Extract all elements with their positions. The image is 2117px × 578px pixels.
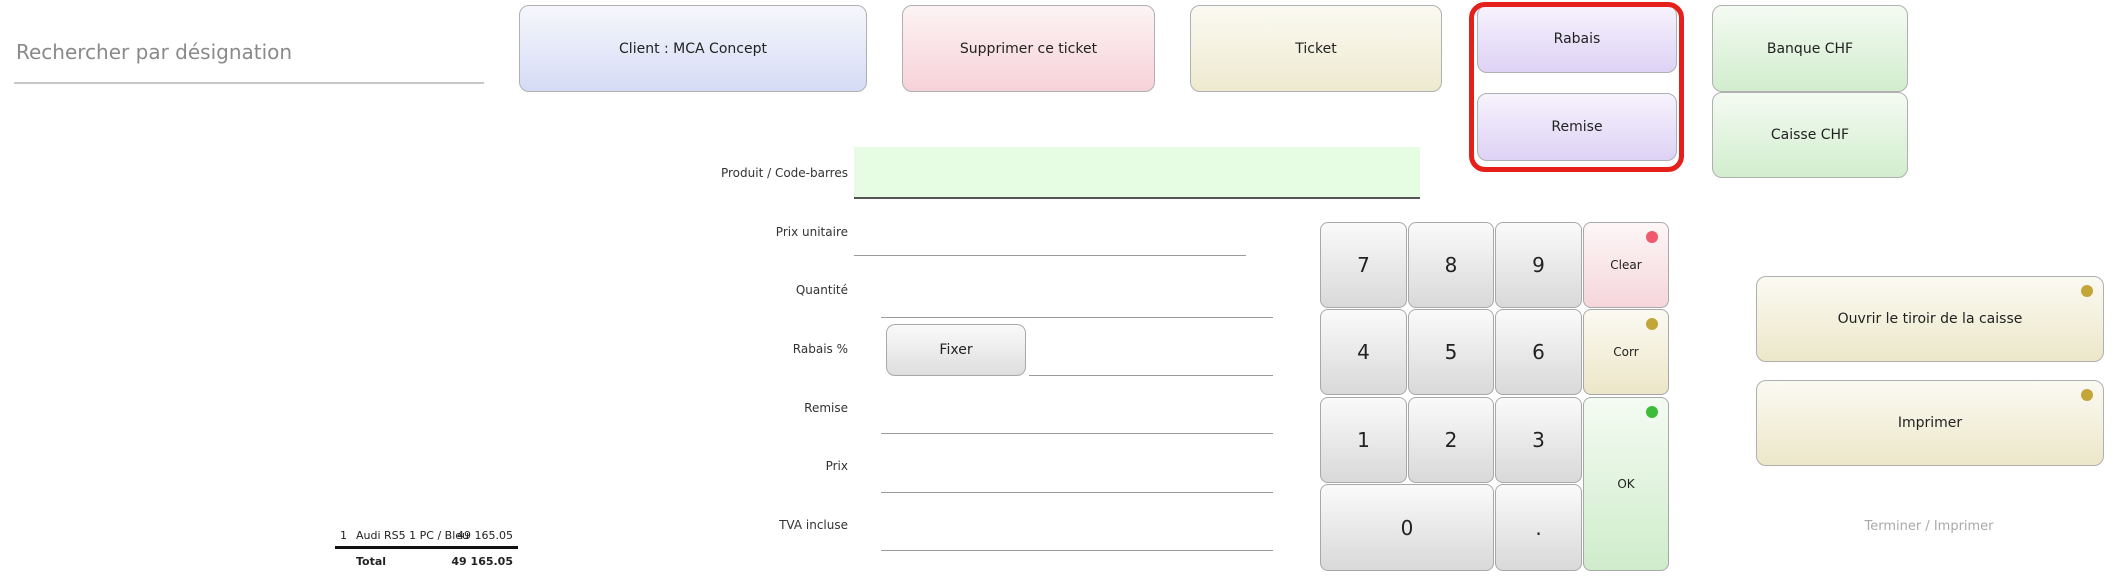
gold-status-dot-icon: [1646, 318, 1658, 330]
corr-key[interactable]: Corr: [1583, 309, 1669, 395]
key-2[interactable]: 2: [1408, 397, 1494, 483]
ticket-item-qty: 1: [340, 529, 347, 542]
search-input[interactable]: [14, 22, 484, 84]
clear-key[interactable]: Clear: [1583, 222, 1669, 308]
caisse-chf-button[interactable]: Caisse CHF: [1712, 92, 1908, 178]
quantite-label: Quantité: [795, 283, 848, 297]
ticket-divider: [335, 546, 518, 549]
open-drawer-label: Ouvrir le tiroir de la caisse: [1837, 311, 2023, 327]
produit-field[interactable]: [854, 147, 1420, 199]
key-0[interactable]: 0: [1320, 484, 1494, 571]
gold-status-dot-icon: [2081, 389, 2093, 401]
corr-label: Corr: [1613, 345, 1639, 359]
key-5[interactable]: 5: [1408, 309, 1494, 395]
key-3[interactable]: 3: [1495, 397, 1582, 483]
gold-status-dot-icon: [2081, 285, 2093, 297]
quantite-field[interactable]: [881, 316, 1273, 318]
key-1[interactable]: 1: [1320, 397, 1407, 483]
tva-label: TVA incluse: [779, 518, 848, 532]
client-button[interactable]: Client : MCA Concept: [519, 5, 867, 92]
key-dot[interactable]: .: [1495, 484, 1582, 571]
key-8[interactable]: 8: [1408, 222, 1494, 308]
print-button[interactable]: Imprimer: [1756, 380, 2104, 466]
red-status-dot-icon: [1646, 231, 1658, 243]
ticket-total-label: Total: [356, 555, 387, 568]
prix-unitaire-label: Prix unitaire: [775, 225, 848, 239]
rabais-pct-field[interactable]: [1029, 374, 1273, 376]
tva-field[interactable]: [881, 549, 1273, 551]
ticket-item-amount: 49 165.05: [457, 529, 513, 542]
ok-key[interactable]: OK: [1583, 397, 1669, 571]
produit-label: Produit / Code-barres: [720, 166, 848, 180]
ok-label: OK: [1617, 477, 1635, 491]
key-4[interactable]: 4: [1320, 309, 1407, 395]
terminer-imprimer-link[interactable]: Terminer / Imprimer: [1760, 519, 2098, 534]
rabais-button[interactable]: Rabais: [1477, 5, 1677, 73]
key-9[interactable]: 9: [1495, 222, 1582, 308]
remise-label: Remise: [804, 401, 848, 415]
delete-ticket-button[interactable]: Supprimer ce ticket: [902, 5, 1155, 92]
fixer-button[interactable]: Fixer: [886, 324, 1026, 376]
prix-field[interactable]: [881, 491, 1273, 493]
rabais-pct-label: Rabais %: [792, 342, 848, 356]
key-6[interactable]: 6: [1495, 309, 1582, 395]
remise-button[interactable]: Remise: [1477, 93, 1677, 161]
key-7[interactable]: 7: [1320, 222, 1407, 308]
ticket-button[interactable]: Ticket: [1190, 5, 1442, 92]
prix-unitaire-field[interactable]: [854, 254, 1246, 256]
remise-field[interactable]: [881, 432, 1273, 434]
green-status-dot-icon: [1646, 406, 1658, 418]
ticket-total-value: 49 165.05: [451, 555, 513, 568]
print-label: Imprimer: [1897, 415, 1963, 431]
banque-chf-button[interactable]: Banque CHF: [1712, 5, 1908, 92]
open-drawer-button[interactable]: Ouvrir le tiroir de la caisse: [1756, 276, 2104, 362]
clear-label: Clear: [1610, 258, 1642, 272]
prix-label: Prix: [825, 459, 848, 473]
